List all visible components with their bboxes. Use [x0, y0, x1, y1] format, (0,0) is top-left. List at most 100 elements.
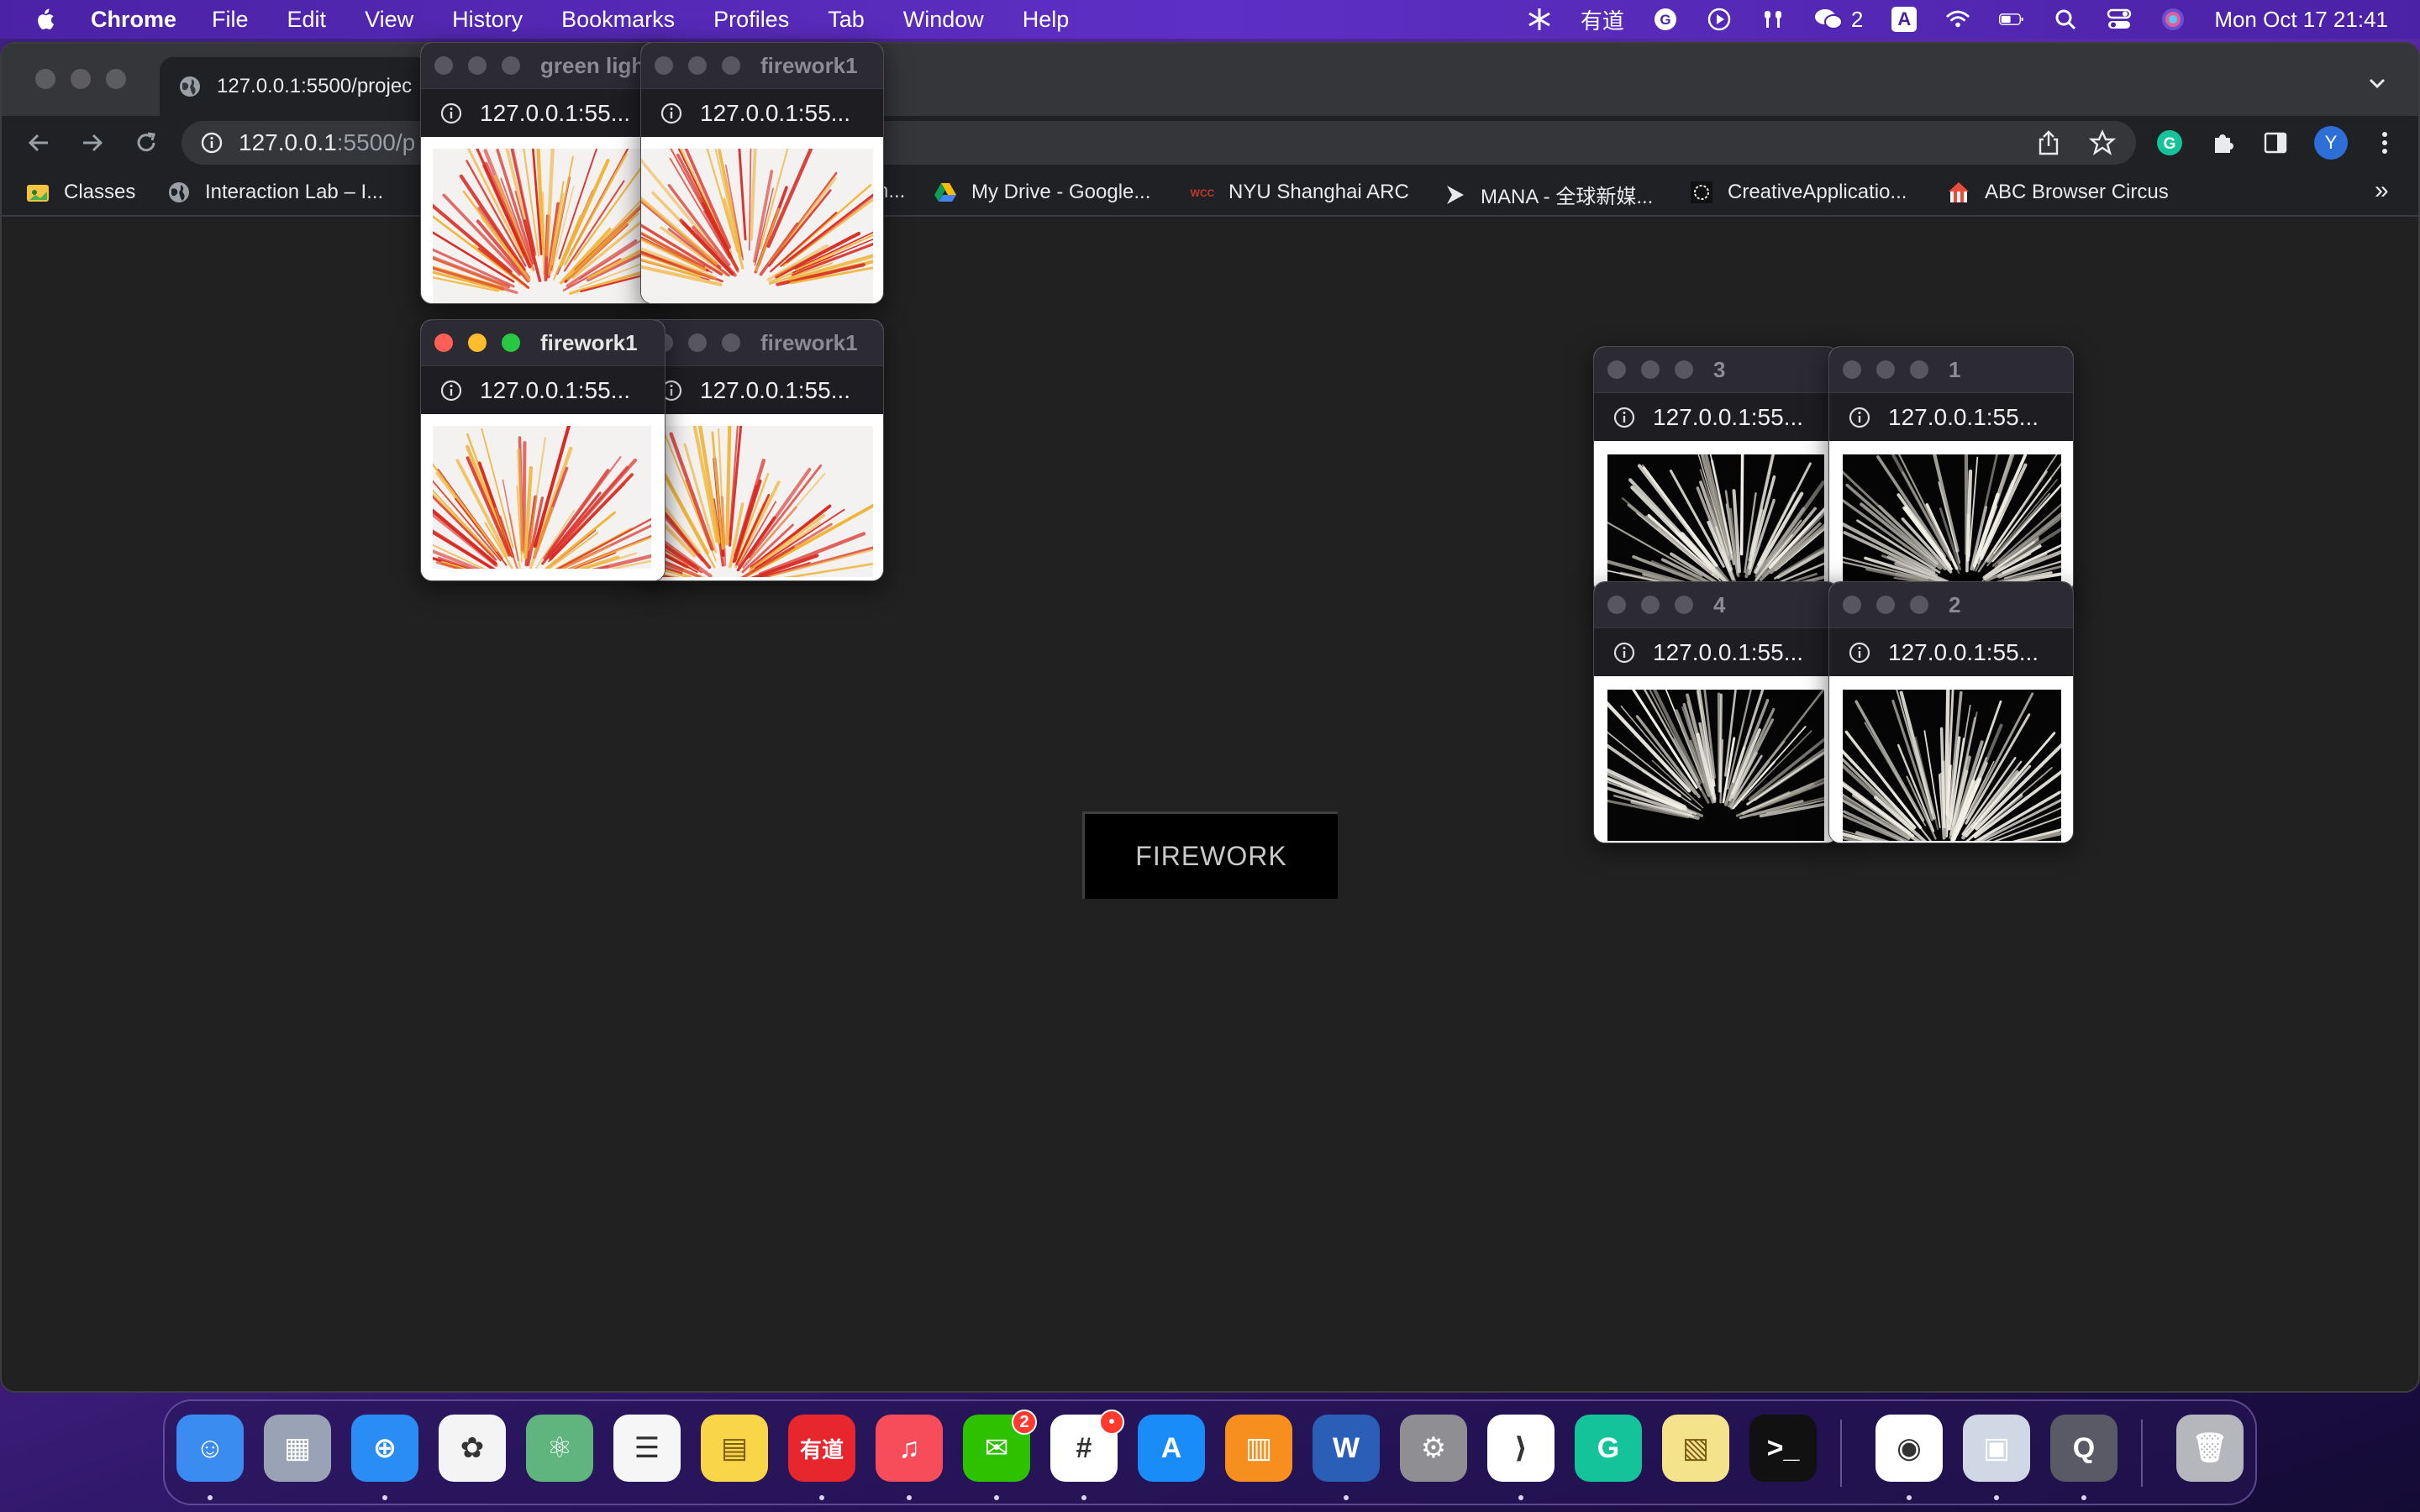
menu-window[interactable]: Window	[903, 7, 984, 33]
grammarly-icon[interactable]: G	[1575, 1415, 1642, 1482]
minimize-window-button[interactable]	[71, 69, 91, 89]
forward-arrow-icon[interactable]	[76, 126, 109, 160]
menu-edit[interactable]: Edit	[287, 7, 327, 33]
bookmark-interaction-lab[interactable]: Interaction Lab – I...	[166, 180, 383, 205]
more-menu-icon[interactable]	[2368, 126, 2402, 160]
menu-help[interactable]: Help	[1023, 7, 1070, 33]
chrome-icon[interactable]: ◉	[1876, 1415, 1943, 1482]
firework-button[interactable]: FIREWORK	[1082, 811, 1338, 899]
grammarly-status-icon[interactable]: G	[1653, 7, 1678, 32]
music-icon[interactable]: ♫	[876, 1415, 943, 1482]
zoom-window-button[interactable]	[106, 69, 126, 89]
atom-icon[interactable]: ⚛	[526, 1415, 593, 1482]
chevron-down-icon[interactable]	[2366, 72, 2388, 94]
bookmark-abc-browser-circus[interactable]: ABC Browser Circus	[1946, 180, 2169, 205]
airpods-icon[interactable]	[1760, 7, 1786, 32]
app-store-icon[interactable]: A	[1138, 1415, 1205, 1482]
popup-titlebar[interactable]: firework1	[641, 320, 883, 365]
bookmark-mana[interactable]: MANA - 全球新媒...	[1442, 180, 1653, 209]
apple-menu-icon[interactable]	[32, 7, 57, 32]
photos-icon[interactable]: ✿	[439, 1415, 506, 1482]
popup-titlebar[interactable]: 1	[1829, 347, 2073, 392]
site-info-icon[interactable]	[200, 131, 224, 155]
firework-image	[1607, 454, 1824, 594]
popup-title: 1	[1949, 356, 1961, 382]
share-icon[interactable]	[2032, 126, 2065, 160]
menu-tab[interactable]: Tab	[828, 7, 865, 33]
word-icon[interactable]: W	[1313, 1415, 1380, 1482]
popup-window[interactable]: 3 127.0.0.1:55...	[1593, 346, 1839, 595]
finder-icon[interactable]: ☺	[176, 1415, 244, 1482]
slack-icon[interactable]: # •	[1050, 1410, 1124, 1482]
bookmark-nyu-arc[interactable]: WCC NYU Shanghai ARC	[1190, 180, 1409, 205]
launchpad-icon[interactable]: ▦	[264, 1415, 331, 1482]
stickies-icon[interactable]: ▧	[1662, 1415, 1729, 1482]
books-icon[interactable]: ▥	[1225, 1415, 1292, 1482]
tab-active[interactable]: 127.0.0.1:5500/projec	[160, 57, 429, 116]
popup-title: firework1	[760, 329, 858, 355]
close-window-button[interactable]	[35, 69, 55, 89]
vscode-icon[interactable]: ⟩	[1487, 1415, 1555, 1482]
clock[interactable]: Mon Oct 17 21:41	[2214, 7, 2388, 33]
system-preferences-icon[interactable]: ⚙	[1400, 1415, 1467, 1482]
popup-window[interactable]: firework1 127.0.0.1:55...	[640, 319, 884, 581]
terminal-icon[interactable]: >_	[1749, 1415, 1817, 1482]
menu-history[interactable]: History	[452, 7, 523, 33]
wechat-icon[interactable]: ✉ 2	[963, 1410, 1037, 1482]
popup-window[interactable]: green light 127.0.0.1:55...	[420, 42, 666, 304]
profile-avatar[interactable]: Y	[2314, 126, 2348, 160]
notes-icon[interactable]: ▤	[701, 1415, 768, 1482]
bookmark-star-icon[interactable]	[2086, 126, 2119, 160]
menu-view[interactable]: View	[365, 7, 413, 33]
menu-profiles[interactable]: Profiles	[713, 7, 789, 33]
grammarly-extension-icon[interactable]: G	[2153, 126, 2186, 160]
close-button[interactable]	[434, 333, 453, 352]
youdao-icon[interactable]: 有道	[788, 1415, 855, 1482]
back-arrow-icon[interactable]	[22, 126, 55, 160]
side-panel-icon[interactable]	[2259, 126, 2292, 160]
popup-titlebar[interactable]: firework1	[421, 320, 665, 365]
bookmark-classes[interactable]: Classes	[25, 180, 135, 205]
siri-icon[interactable]	[2160, 7, 2186, 32]
popup-titlebar[interactable]: firework1	[641, 43, 883, 88]
menu-file[interactable]: File	[212, 7, 249, 33]
reminders-icon[interactable]: ☰	[613, 1415, 681, 1482]
bookmark-creative-applications[interactable]: CreativeApplicatio...	[1689, 180, 1907, 205]
popup-window[interactable]: 2 127.0.0.1:55...	[1828, 581, 2074, 843]
youdao-status[interactable]: 有道	[1581, 4, 1624, 35]
reload-icon[interactable]	[129, 126, 163, 160]
dock-separator	[1840, 1420, 1842, 1487]
popup-window-controls	[655, 333, 740, 352]
popup-titlebar[interactable]: 4	[1594, 582, 1838, 627]
play-circle-icon[interactable]	[1707, 7, 1732, 32]
quicktime-icon[interactable]: Q	[2050, 1415, 2118, 1482]
trash-icon[interactable]: 🗑	[2176, 1415, 2244, 1482]
safari-icon[interactable]: ⊕	[351, 1415, 418, 1482]
popup-canvas	[1829, 441, 2073, 594]
firework-streak	[1717, 692, 1722, 793]
bookmark-google-drive[interactable]: My Drive - Google...	[933, 180, 1150, 205]
minimize-button[interactable]	[468, 333, 487, 352]
popup-titlebar[interactable]: 3	[1594, 347, 1838, 392]
menu-app-name[interactable]: Chrome	[91, 7, 176, 33]
popup-address: 127.0.0.1:55...	[421, 88, 665, 137]
menu-bookmarks[interactable]: Bookmarks	[561, 7, 675, 33]
preview-icon[interactable]: ▣	[1963, 1415, 2030, 1482]
spotlight-search-icon[interactable]	[2053, 7, 2078, 32]
wifi-icon[interactable]	[1945, 7, 1970, 32]
running-indicator	[1907, 1495, 1912, 1500]
extensions-puzzle-icon[interactable]	[2207, 126, 2240, 160]
popup-window[interactable]: 4 127.0.0.1:55...	[1593, 581, 1839, 843]
bookmarks-overflow[interactable]: »	[2375, 176, 2389, 205]
control-center-icon[interactable]	[2107, 7, 2132, 32]
wechat-status[interactable]: 2	[1814, 7, 1863, 33]
input-source[interactable]: A	[1891, 7, 1918, 32]
popup-titlebar[interactable]: 2	[1829, 582, 2073, 627]
popup-window-active[interactable]: firework1 127.0.0.1:55...	[420, 319, 666, 581]
battery-icon[interactable]	[1999, 7, 2024, 32]
popup-window[interactable]: firework1 127.0.0.1:55...	[640, 42, 884, 304]
popup-titlebar[interactable]: green light	[421, 43, 665, 88]
snowflake-icon[interactable]	[1527, 7, 1552, 32]
zoom-button[interactable]	[502, 333, 520, 352]
popup-window[interactable]: 1 127.0.0.1:55...	[1828, 346, 2074, 595]
